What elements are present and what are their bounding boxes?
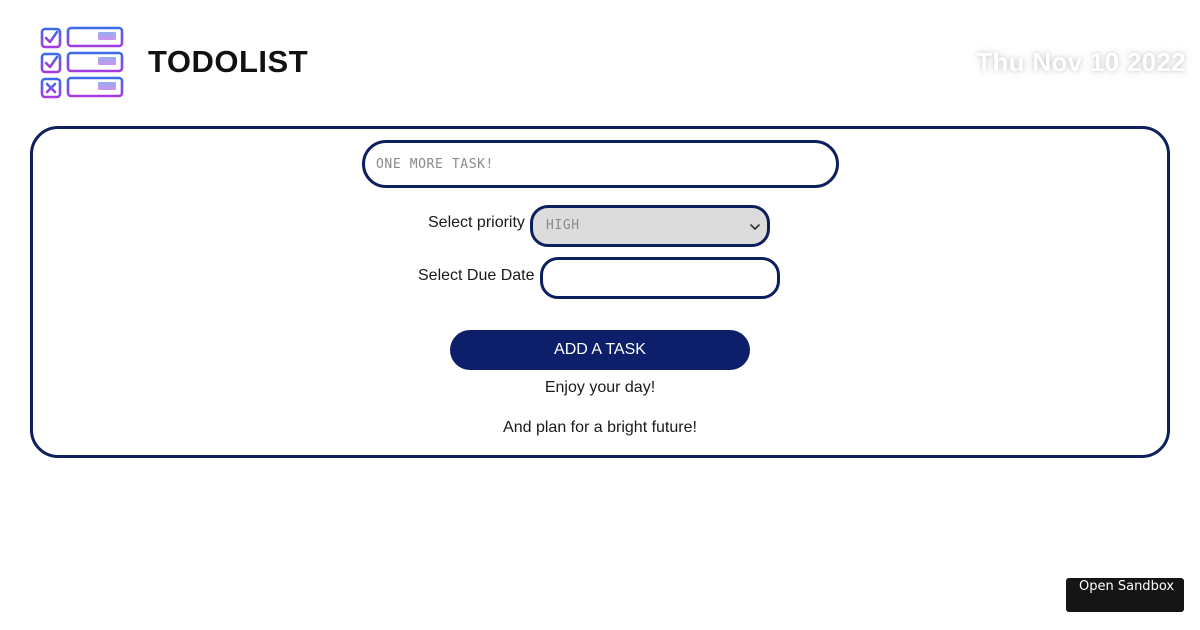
open-sandbox-button[interactable]: Open Sandbox	[1066, 578, 1184, 612]
due-date-input[interactable]	[540, 257, 780, 299]
header: TODOLIST Thu Nov 10 2022	[0, 0, 1200, 120]
priority-label: Select priority	[428, 214, 525, 231]
current-date: Thu Nov 10 2022	[976, 47, 1186, 77]
task-input[interactable]	[362, 140, 839, 188]
message-plan: And plan for a bright future!	[503, 419, 697, 436]
app-title: TODOLIST	[148, 44, 309, 79]
priority-selected-value: HIGH	[546, 218, 580, 233]
checklist-icon	[40, 26, 124, 100]
add-task-button[interactable]: ADD A TASK	[450, 330, 750, 370]
priority-select[interactable]: HIGH	[530, 205, 770, 247]
chevron-down-icon	[749, 220, 761, 232]
due-date-label: Select Due Date	[418, 267, 535, 284]
task-form-card: Select priority HIGH Select Due Date ADD…	[30, 126, 1170, 458]
message-enjoy: Enjoy your day!	[544, 379, 656, 396]
